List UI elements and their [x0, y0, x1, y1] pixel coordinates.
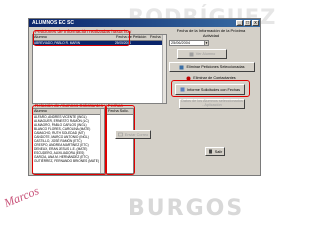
- send-mail-label: Enviar Correo: [124, 132, 149, 137]
- highlight-box-students: [32, 105, 107, 175]
- student-data-button[interactable]: Datos de los Alumnos seleccionados - Apl…: [179, 99, 245, 109]
- view-student-label: Ver Alumno: [195, 52, 216, 56]
- view-student-button[interactable]: Ver Alumno: [177, 49, 227, 59]
- send-mail-button[interactable]: Enviar Correo: [115, 130, 151, 139]
- chevron-down-icon[interactable]: ▼: [204, 41, 208, 45]
- delete-requests-button[interactable]: Eliminar Peticiones Seleccionadas: [169, 62, 255, 72]
- exit-label: Salir: [214, 149, 223, 154]
- highlight-box-dates: [105, 105, 135, 175]
- maximize-button[interactable]: □: [244, 20, 251, 26]
- mail-icon: [117, 132, 123, 137]
- highlight-box-report: [171, 80, 250, 97]
- requests-grid-scrollbar[interactable]: [162, 35, 166, 103]
- delete-requests-label: Eliminar Peticiones Seleccionadas: [186, 65, 245, 69]
- date-label: Fecha de la Información de la Próxima Ac…: [176, 28, 246, 38]
- student-data-label: Datos de los Alumnos seleccionados - Apl…: [181, 99, 243, 107]
- window-title: ALUMNOS EC SC: [32, 20, 74, 26]
- signature-text: Marcos: [2, 183, 41, 210]
- date-value: 25/06/2004: [171, 41, 191, 45]
- window-controls: _ □ x: [236, 20, 259, 26]
- minimize-button[interactable]: _: [236, 20, 243, 26]
- title-bar: ALUMNOS EC SC _ □ x: [29, 19, 260, 27]
- highlight-box-top: [33, 30, 130, 46]
- watermark-bottom-text: BURGOS: [128, 196, 245, 221]
- close-button[interactable]: x: [252, 20, 259, 26]
- main-window: ALUMNOS EC SC _ □ x Peticiones de Inform…: [28, 18, 261, 176]
- column-header-fecha[interactable]: Fecha: [149, 35, 163, 40]
- delete-icon: [179, 65, 184, 70]
- exit-button[interactable]: Salir: [205, 147, 225, 156]
- save-icon: [189, 52, 194, 57]
- date-combo[interactable]: 25/06/2004 ▼: [169, 40, 209, 46]
- exit-icon: [208, 149, 213, 154]
